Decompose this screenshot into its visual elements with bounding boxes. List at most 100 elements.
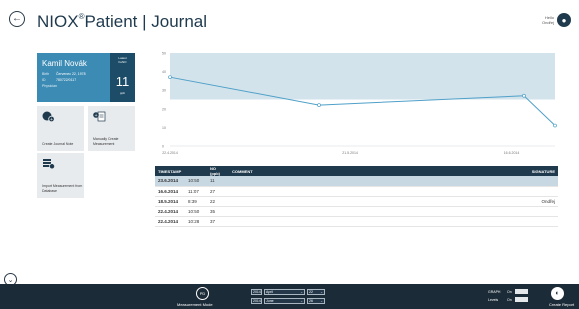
graph-toggle-state: On	[507, 290, 512, 294]
from-day-select[interactable]: 22 ⌄	[307, 289, 325, 295]
birth-value: Červenec 22, 1978	[56, 72, 86, 76]
row-date: 16.6.2014	[155, 186, 185, 197]
physician-label: Physician	[42, 84, 57, 88]
row-signature: Ondřej	[385, 196, 558, 207]
x-tick-label: 21.5.2014	[342, 151, 358, 155]
y-tick-label: 50	[162, 52, 166, 56]
chart-data-point[interactable]	[317, 103, 321, 107]
latest-feno-value: 11	[115, 74, 130, 89]
manually-create-label: Manually Create Measurement	[93, 137, 119, 146]
title-rest: Patient | Journal	[84, 12, 208, 31]
table-row[interactable]: 18.5.2014 8:39 22 Ondřej	[155, 196, 558, 207]
to-month-value: June	[266, 299, 274, 303]
svg-text:+: +	[50, 116, 53, 121]
from-month-select[interactable]: April ⌄	[264, 289, 305, 295]
table-row[interactable]: 16.6.2014 11:07 27	[155, 186, 558, 197]
latest-label-line2: FeNO	[118, 60, 127, 64]
measurement-mode-button[interactable]: PD	[196, 287, 209, 300]
table-row[interactable]: 22.4.2014 10:50 35	[155, 206, 558, 217]
chevron-down-icon: ⌄	[300, 299, 303, 303]
y-tick-label: 30	[162, 89, 166, 93]
bottom-app-bar: PD Measurement Mode 2014 April ⌄ 22 ⌄ 2014…	[0, 284, 579, 309]
col-signature: SIGNATURE	[385, 166, 558, 176]
user-name: Ondřej	[541, 20, 554, 25]
user-avatar-icon[interactable]: ●	[557, 13, 571, 27]
patient-name: Kamil Novák	[42, 59, 87, 68]
row-date: 23.6.2014	[155, 176, 185, 187]
row-signature	[385, 206, 558, 217]
row-signature	[385, 216, 558, 227]
user-area[interactable]: Hello Ondřej ●	[542, 13, 571, 27]
back-arrow-icon: ←	[12, 13, 22, 24]
row-comment	[229, 216, 386, 227]
table-row[interactable]: 23.6.2014 10:50 11	[155, 176, 558, 187]
chevron-down-icon: ⌄	[320, 299, 323, 303]
table-row[interactable]: 22.4.2014 10:28 37	[155, 216, 558, 227]
row-date: 22.4.2014	[155, 216, 185, 227]
x-tick-label: 16.6.2014	[504, 151, 520, 155]
journal-table: TIMESTAMP NO (ppb) COMMENT SIGNATURE 23.…	[155, 166, 558, 227]
y-tick-label: 40	[162, 70, 166, 74]
latest-feno-unit: ppb	[119, 91, 125, 95]
svg-text:+: +	[94, 112, 97, 117]
create-report-button[interactable]: ◐	[551, 287, 564, 300]
y-tick-label: 10	[162, 126, 166, 130]
chevron-down-icon: ⌄	[320, 290, 323, 294]
import-measurement-label: Import Measurement from Database	[42, 184, 83, 193]
create-journal-note-tile[interactable]: + Create Journal Note	[37, 106, 84, 151]
levels-toggle[interactable]	[515, 297, 528, 302]
chart-data-point[interactable]	[168, 75, 172, 80]
col-timestamp: TIMESTAMP	[155, 166, 185, 176]
row-no-value: 35	[207, 206, 229, 217]
manual-measurement-icon: +	[93, 111, 106, 122]
row-no-value: 11	[207, 176, 229, 187]
create-report-label: Create Report	[549, 302, 575, 307]
row-date: 22.4.2014	[155, 206, 185, 217]
chart-data-point[interactable]	[553, 123, 557, 128]
measurement-mode-icon: PD	[199, 291, 206, 296]
levels-toggle-label: Levels	[488, 298, 499, 302]
import-database-icon	[43, 159, 55, 169]
row-comment	[229, 196, 386, 207]
to-month-select[interactable]: June ⌄	[264, 298, 305, 304]
latest-feno-panel: Latest FeNO 11 ppb	[110, 53, 135, 102]
journal-header-row: TIMESTAMP NO (ppb) COMMENT SIGNATURE	[155, 166, 558, 176]
levels-toggle-state: On	[507, 298, 512, 302]
create-journal-note-label: Create Journal Note	[42, 141, 74, 146]
to-year-select[interactable]: 2014	[251, 298, 262, 304]
journal-page: ← NIOX®Patient | Journal Hello Ondřej ● …	[0, 0, 579, 309]
y-tick-label: 0	[162, 145, 164, 149]
id-value: 780722/0117	[56, 78, 77, 82]
row-comment	[229, 206, 386, 217]
journal-note-icon: +	[42, 111, 55, 122]
row-no-value: 27	[207, 186, 229, 197]
chart-data-point[interactable]	[522, 93, 526, 98]
col-comment: COMMENT	[229, 166, 386, 176]
user-greeting: Hello Ondřej	[542, 15, 554, 25]
row-time: 8:39	[185, 196, 207, 207]
from-year-select[interactable]: 2014	[251, 289, 262, 295]
row-comment	[229, 176, 386, 187]
x-tick-label: 22.4.2014	[162, 151, 178, 155]
title-brand: NIOX	[37, 12, 79, 31]
chevron-down-icon: ⌄	[7, 276, 14, 284]
col-no: NO (ppb)	[207, 166, 229, 176]
to-day-select[interactable]: 26 ⌄	[307, 298, 325, 304]
import-measurement-tile[interactable]: Import Measurement from Database	[37, 153, 84, 198]
row-no-value: 22	[207, 196, 229, 207]
manually-create-measurement-tile[interactable]: + Manually Create Measurement	[88, 106, 135, 151]
y-tick-label: 20	[162, 107, 166, 111]
graph-toggle[interactable]	[515, 289, 528, 294]
from-day-value: 22	[309, 290, 313, 294]
col-time	[185, 166, 207, 176]
row-no-value: 37	[207, 216, 229, 227]
to-day-value: 26	[309, 299, 313, 303]
chart-target-band	[170, 53, 555, 100]
report-icon: ◐	[555, 290, 560, 297]
from-month-value: April	[266, 290, 274, 294]
back-button[interactable]: ←	[9, 11, 25, 27]
row-signature	[385, 176, 558, 187]
page-title: NIOX®Patient | Journal	[37, 12, 207, 32]
row-time: 10:28	[185, 216, 207, 227]
feno-line-chart[interactable]: 0 10 20 30 40 50 22.4.2014 21.5.2014 16.6.2014	[150, 48, 560, 160]
